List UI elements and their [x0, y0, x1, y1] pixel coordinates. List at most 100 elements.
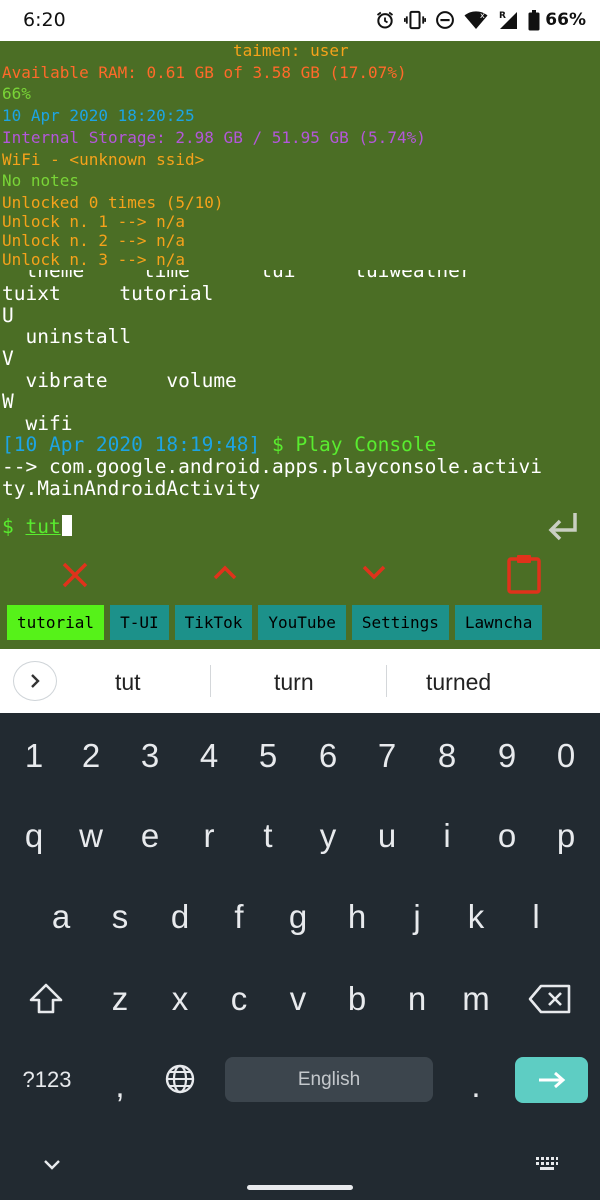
key-comma[interactable]: , — [110, 1067, 130, 1105]
home-gesture-bar[interactable] — [247, 1185, 353, 1190]
status-icons: x R 66% — [375, 8, 586, 32]
key-9[interactable]: 9 — [492, 737, 522, 775]
key-r[interactable]: r — [194, 817, 224, 855]
key-c[interactable]: c — [224, 980, 254, 1018]
battery-icon — [528, 9, 540, 30]
suggestion-word[interactable]: turn — [274, 669, 314, 696]
key-d[interactable]: d — [165, 898, 195, 936]
shift-icon[interactable] — [28, 982, 64, 1016]
arrow-right-icon — [538, 1071, 565, 1089]
command-input[interactable]: tut — [25, 515, 60, 538]
do-not-disturb-icon — [436, 11, 455, 29]
key-x[interactable]: x — [165, 980, 195, 1018]
unlock-entry: Unlock n. 1 --> n/a — [2, 212, 186, 231]
input-line[interactable]: $ tut — [2, 515, 72, 538]
chevron-down-icon[interactable] — [361, 564, 387, 580]
storage-info: Internal Storage: 2.98 GB / 51.95 GB (5.… — [2, 128, 426, 147]
key-a[interactable]: a — [46, 898, 76, 936]
battery-info: 66% — [2, 84, 31, 103]
soft-keyboard: 1 2 3 4 5 6 7 8 9 0 q w e r t y u i o p … — [0, 713, 600, 1200]
key-l[interactable]: l — [521, 898, 551, 936]
output-line: V — [2, 347, 14, 370]
key-e[interactable]: e — [135, 817, 165, 855]
key-2[interactable]: 2 — [76, 737, 106, 775]
wifi-icon: x — [464, 11, 488, 29]
suggestion-word[interactable]: turned — [426, 669, 491, 696]
key-s[interactable]: s — [105, 898, 135, 936]
chip-tutorial[interactable]: tutorial — [7, 605, 105, 640]
text-cursor — [61, 515, 72, 536]
key-5[interactable]: 5 — [253, 737, 283, 775]
device-header: taimen: user — [233, 41, 349, 60]
divider — [386, 665, 387, 697]
suggestion-word[interactable]: tut — [115, 669, 141, 696]
chevron-right-icon — [31, 674, 40, 688]
key-period[interactable]: . — [466, 1067, 486, 1105]
key-y[interactable]: y — [313, 817, 343, 855]
key-n[interactable]: n — [402, 980, 432, 1018]
key-o[interactable]: o — [492, 817, 522, 855]
chip-tiktok[interactable]: TikTok — [174, 605, 253, 640]
chip-settings[interactable]: Settings — [351, 605, 449, 640]
ram-info: Available RAM: 0.61 GB of 3.58 GB (17.07… — [2, 63, 407, 82]
key-6[interactable]: 6 — [313, 737, 343, 775]
chip-tui[interactable]: T-UI — [110, 605, 169, 640]
key-4[interactable]: 4 — [194, 737, 224, 775]
key-q[interactable]: q — [19, 817, 49, 855]
keyboard-suggestion-strip: tut turn turned — [0, 649, 600, 713]
key-1[interactable]: 1 — [19, 737, 49, 775]
unlock-count: Unlocked 0 times (5/10) — [2, 193, 224, 212]
suggestion-chips: tutorial T-UI TikTok YouTube Settings La… — [7, 605, 543, 640]
key-8[interactable]: 8 — [432, 737, 462, 775]
svg-text:R: R — [499, 11, 506, 21]
enter-arrow-icon[interactable] — [546, 510, 580, 544]
keyboard-switch-icon[interactable] — [534, 1155, 560, 1173]
key-v[interactable]: v — [283, 980, 313, 1018]
key-7[interactable]: 7 — [372, 737, 402, 775]
globe-icon[interactable] — [164, 1063, 196, 1095]
chip-youtube[interactable]: YouTube — [258, 605, 346, 640]
clipboard-icon[interactable] — [506, 553, 542, 595]
key-f[interactable]: f — [224, 898, 254, 936]
alarm-icon — [377, 11, 394, 29]
key-k[interactable]: k — [461, 898, 491, 936]
key-h[interactable]: h — [342, 898, 372, 936]
status-time: 6:20 — [23, 9, 66, 31]
notes-info: No notes — [2, 171, 80, 190]
vibrate-icon — [404, 10, 427, 30]
divider — [210, 665, 211, 697]
key-u[interactable]: u — [372, 817, 402, 855]
battery-percent: 66% — [545, 10, 586, 30]
key-m[interactable]: m — [457, 980, 495, 1018]
terminal-screen[interactable]: taimen: user Available RAM: 0.61 GB of 3… — [0, 41, 600, 649]
enter-key[interactable] — [515, 1057, 588, 1103]
chip-lawnchair[interactable]: Lawncha — [454, 605, 543, 640]
backspace-icon[interactable] — [528, 984, 572, 1014]
chevron-up-icon[interactable] — [212, 564, 238, 580]
close-icon[interactable] — [61, 561, 89, 589]
expand-toolbar-button[interactable] — [13, 661, 57, 701]
key-b[interactable]: b — [342, 980, 372, 1018]
key-z[interactable]: z — [105, 980, 135, 1018]
signal-icon: R — [499, 11, 518, 29]
key-w[interactable]: w — [74, 817, 108, 855]
key-0[interactable]: 0 — [551, 737, 581, 775]
status-bar: 6:20 x R 66% — [0, 0, 600, 41]
symbols-key[interactable]: ?123 — [14, 1067, 80, 1093]
datetime-info: 10 Apr 2020 18:20:25 — [2, 106, 195, 125]
prompt-symbol: $ — [2, 515, 26, 538]
output-line: theme time tui tuiweather — [2, 270, 472, 282]
key-i[interactable]: i — [432, 817, 462, 855]
command-history-line: [10 Apr 2020 18:19:48] $ Play Console — [2, 434, 436, 456]
svg-text:x: x — [480, 11, 485, 20]
launch-output: --> com.google.android.apps.playconsole.… — [2, 455, 543, 500]
space-bar[interactable]: English — [225, 1057, 433, 1102]
output-line: wifi — [2, 412, 73, 435]
key-j[interactable]: j — [402, 898, 432, 936]
key-t[interactable]: t — [253, 817, 283, 855]
hide-keyboard-icon[interactable] — [43, 1159, 61, 1171]
unlock-entry: Unlock n. 3 --> n/a — [2, 250, 186, 269]
key-g[interactable]: g — [283, 898, 313, 936]
key-3[interactable]: 3 — [135, 737, 165, 775]
key-p[interactable]: p — [551, 817, 581, 855]
